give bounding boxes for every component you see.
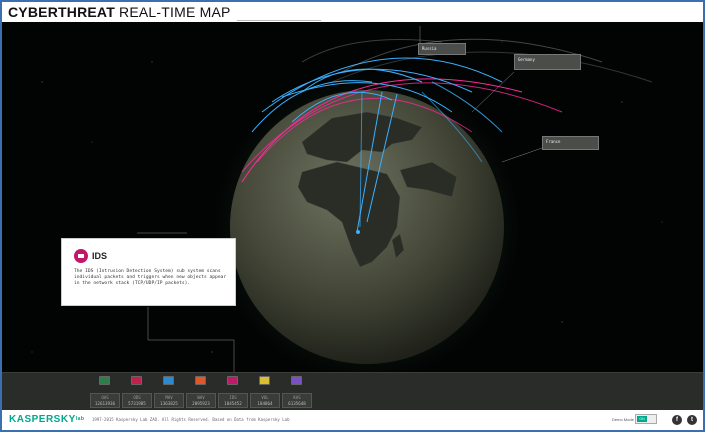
globe-svg xyxy=(31,26,663,387)
stat-tile[interactable]: KAS 6135648 xyxy=(281,373,313,411)
stat-tile[interactable]: IDS 1845452 xyxy=(217,373,249,411)
callout-title: Germany xyxy=(518,57,535,62)
stat-label: VUL xyxy=(261,395,269,400)
stat-tile[interactable]: MAV 1363825 xyxy=(153,373,185,411)
demo-mode-toggle[interactable]: ON xyxy=(635,414,657,424)
ids-info-panel: IDS The IDS (Intrusion Detection System)… xyxy=(61,238,236,306)
stat-tile[interactable]: ODS 5731985 xyxy=(121,373,153,411)
stat-label: KAS xyxy=(293,395,301,400)
twitter-icon[interactable]: t xyxy=(687,415,697,425)
page-title: CYBERTHREAT REAL-TIME MAP xyxy=(8,4,231,20)
stats-bar: OAS 12613936 ODS 5731985 MAV 1363825 WAV 209592… xyxy=(2,372,703,410)
callout-title: Russia xyxy=(422,46,437,51)
title-bold: CYBERTHREAT xyxy=(8,4,115,20)
stat-label: OAS xyxy=(101,395,109,400)
scan-icon[interactable] xyxy=(131,376,142,385)
region-callout[interactable]: France xyxy=(542,136,599,150)
callout-title: France xyxy=(546,139,561,144)
header: CYBERTHREAT REAL-TIME MAP xyxy=(2,2,703,22)
demo-mode-label: Demo Mode xyxy=(612,417,634,422)
copyright-text: 1997-2015 Kaspersky Lab ZAO. All Rights … xyxy=(92,417,290,422)
ids-icon xyxy=(74,249,88,263)
stat-value: 6135648 xyxy=(288,401,306,406)
logo-lab: lab xyxy=(75,416,85,422)
demo-toggle-knob: ON xyxy=(637,416,647,422)
vulnerability-icon[interactable] xyxy=(259,376,270,385)
web-icon[interactable] xyxy=(195,376,206,385)
stat-tile[interactable]: WAV 2095923 xyxy=(185,373,217,411)
kaspersky-logo[interactable]: KASPERSKYlab xyxy=(9,413,84,426)
stat-value: 12613936 xyxy=(94,401,116,406)
facebook-icon[interactable]: f xyxy=(672,415,682,425)
stat-value: 1845452 xyxy=(224,401,242,406)
target-point xyxy=(356,230,360,234)
stat-label: IDS xyxy=(229,395,237,400)
shield-icon[interactable] xyxy=(99,376,110,385)
region-callout[interactable]: Germany xyxy=(514,54,581,70)
app-frame: CYBERTHREAT REAL-TIME MAP Russia Germany… xyxy=(2,2,703,430)
stat-value: 5731985 xyxy=(128,401,146,406)
header-divider xyxy=(237,20,321,21)
footer: KASPERSKYlab 1997-2015 Kaspersky Lab ZAO… xyxy=(2,410,703,430)
title-light: REAL-TIME MAP xyxy=(119,4,231,20)
ids-panel-title: IDS xyxy=(92,251,108,261)
logo-text: KASPERSKY xyxy=(9,414,76,425)
stat-value: 1363825 xyxy=(160,401,178,406)
spam-icon[interactable] xyxy=(291,376,302,385)
stat-value: 2095923 xyxy=(192,401,210,406)
region-callout[interactable]: Russia xyxy=(418,43,466,55)
stat-tile[interactable]: VUL 184864 xyxy=(249,373,281,411)
stat-label: ODS xyxy=(133,395,141,400)
ids-panel-description: The IDS (Intrusion Detection System) sub… xyxy=(74,269,227,286)
globe-map[interactable]: Russia Germany France xyxy=(2,22,703,392)
stat-tile[interactable]: OAS 12613936 xyxy=(89,373,121,411)
stat-label: WAV xyxy=(197,395,205,400)
stat-value: 184864 xyxy=(257,401,273,406)
ids-icon[interactable] xyxy=(227,376,238,385)
mail-icon[interactable] xyxy=(163,376,174,385)
stat-label: MAV xyxy=(165,395,173,400)
